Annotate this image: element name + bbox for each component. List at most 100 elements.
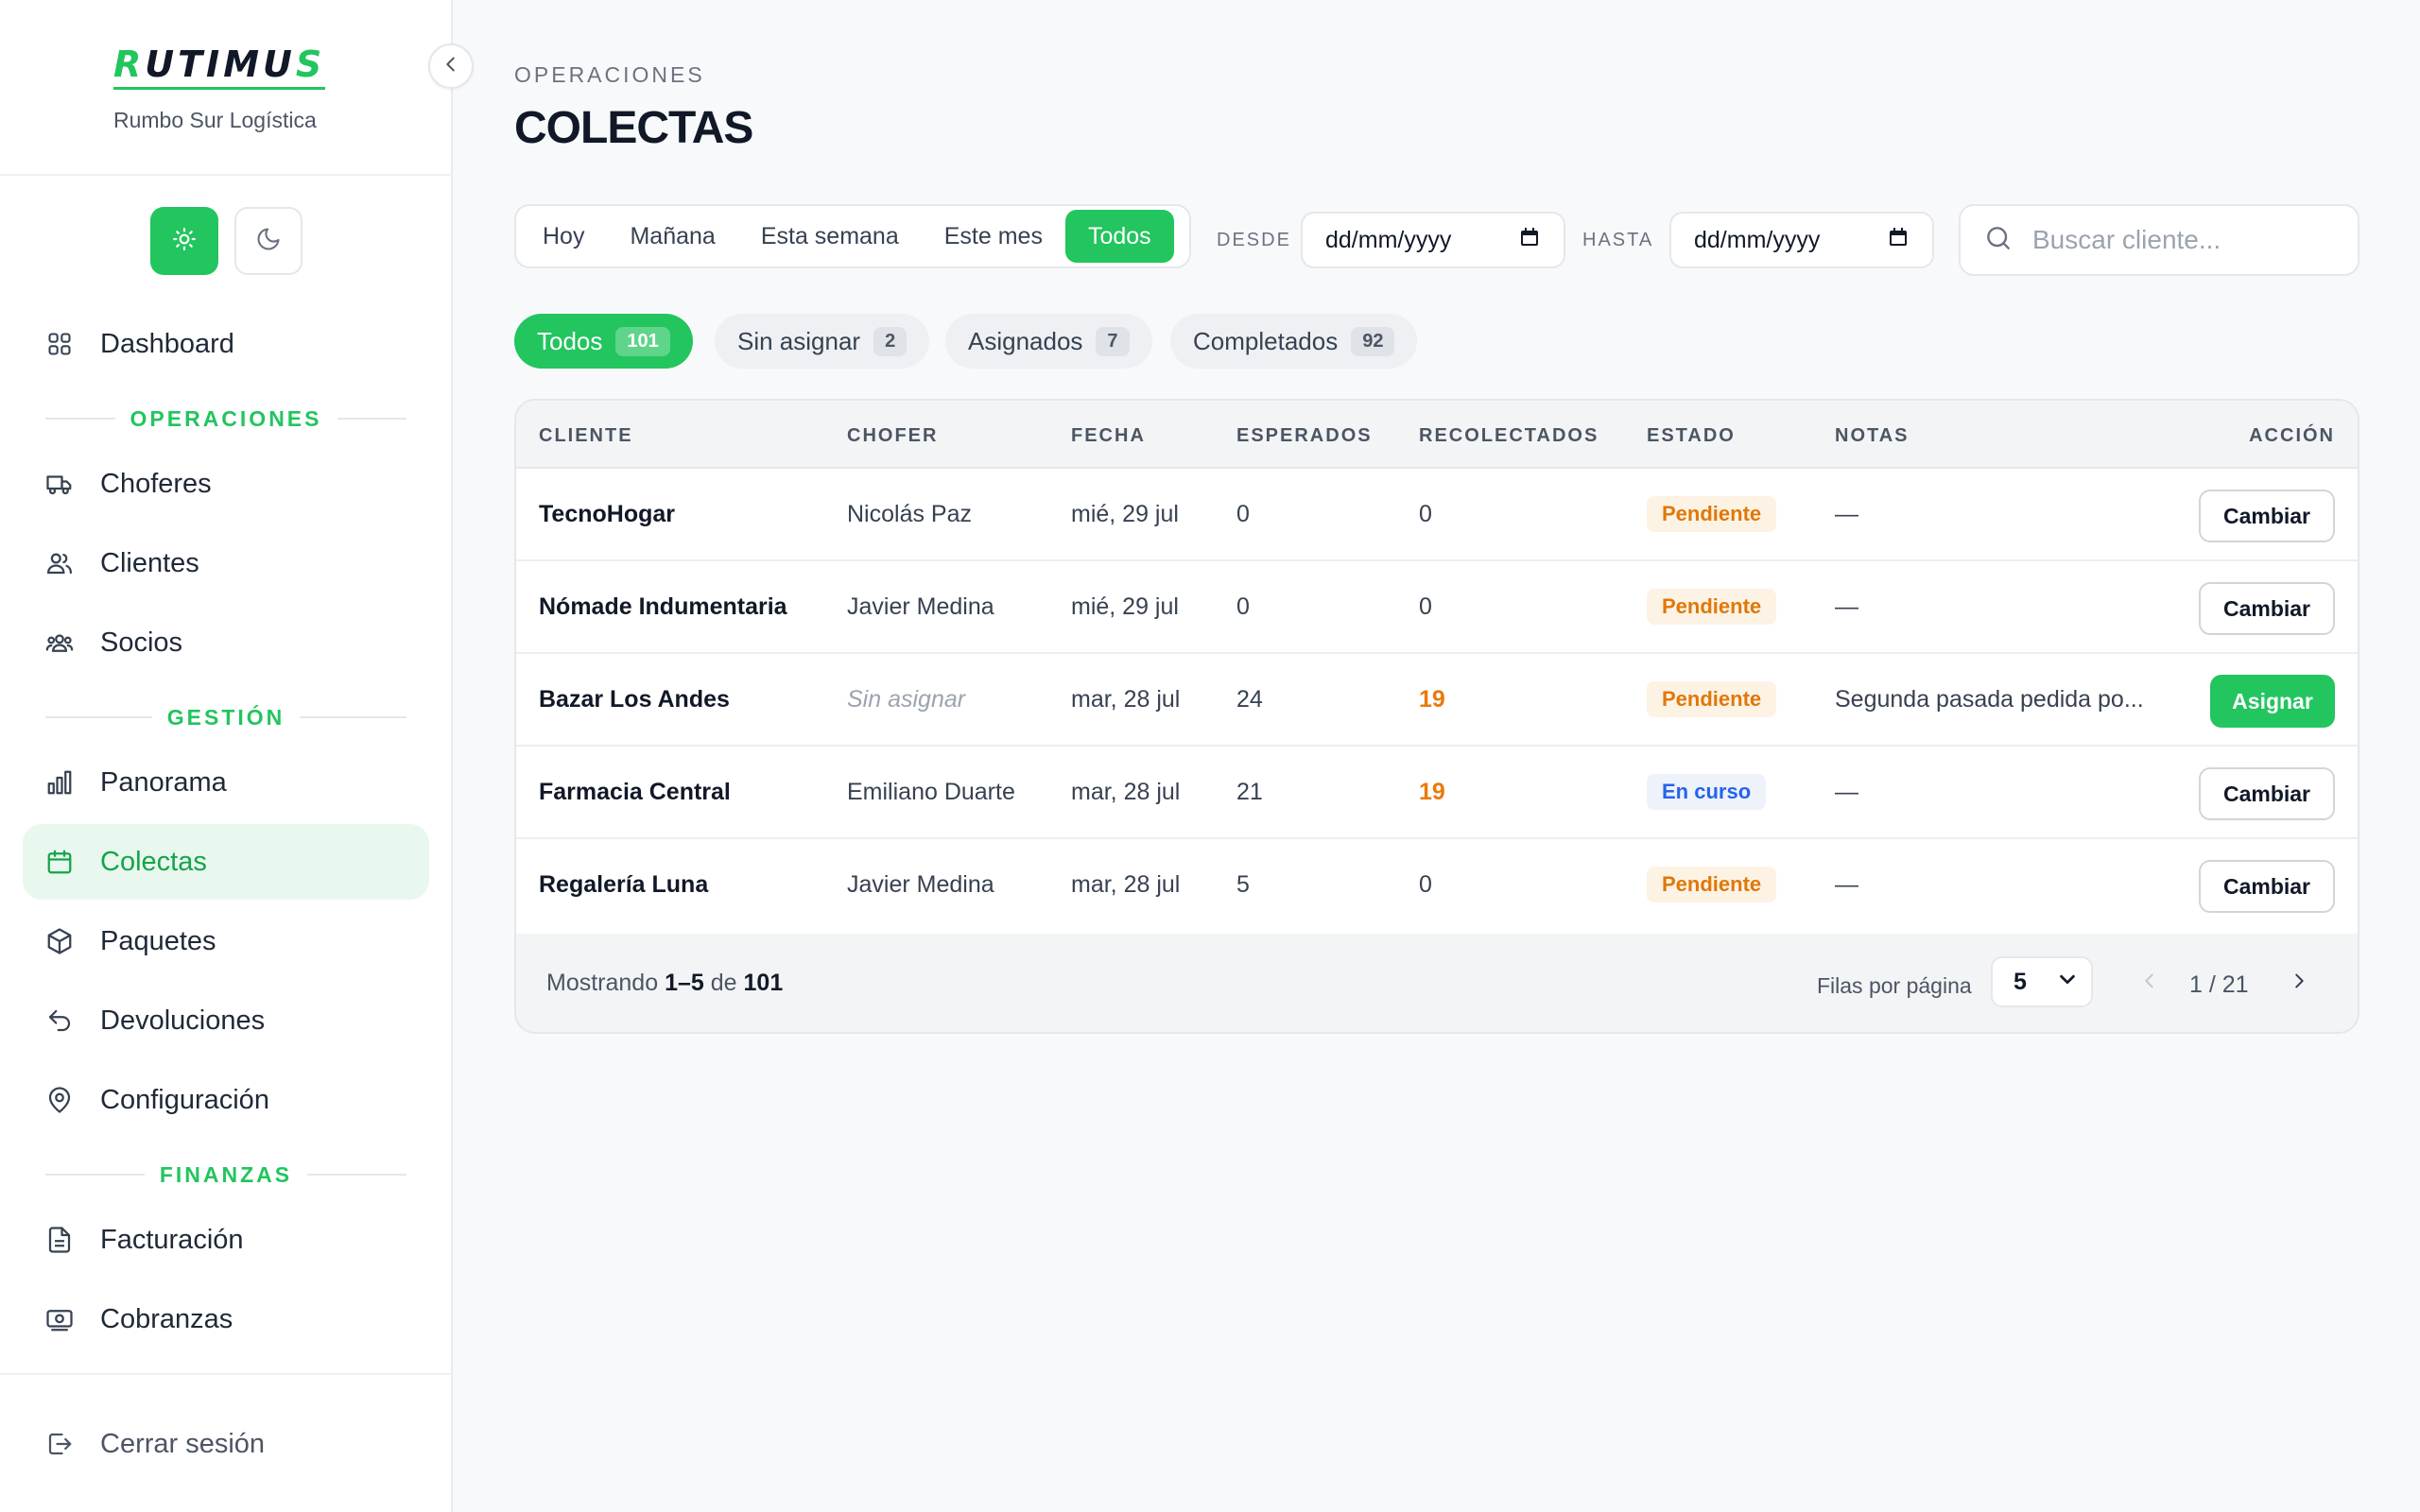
summary-total: 101 (743, 970, 784, 996)
column-header-notas[interactable]: NOTAS (1835, 425, 1910, 447)
tab-label: Todos (537, 326, 603, 355)
bar-chart-icon (45, 768, 74, 797)
cell-chofer: Emiliano Duarte (847, 778, 1015, 805)
truck-icon (45, 470, 74, 498)
range-todos[interactable]: Todos (1064, 210, 1174, 263)
column-header-cliente[interactable]: CLIENTE (539, 425, 633, 447)
tab-sin-asignar[interactable]: Sin asignar 2 (715, 314, 930, 369)
rows-per-page-label: Filas por página (1817, 973, 1972, 998)
date-range-selector: Hoy Mañana Esta semana Este mes Todos (514, 204, 1191, 268)
table-row[interactable]: Farmacia Central Emiliano Duarte mar, 28… (516, 747, 2358, 839)
section-finanzas: FINANZAS (45, 1160, 406, 1189)
tab-completados[interactable]: Completados 92 (1170, 314, 1418, 369)
sidebar-item-label: Socios (100, 627, 183, 658)
calendar-icon (45, 848, 74, 876)
sidebar-item-panorama[interactable]: Panorama (23, 745, 429, 820)
undo-icon (45, 1006, 74, 1035)
to-label: HASTA (1582, 230, 1654, 250)
sidebar-item-configuracion[interactable]: Configuración (23, 1062, 429, 1138)
previous-page-button[interactable] (2133, 966, 2167, 1000)
asignar-button[interactable]: Asignar (2210, 675, 2335, 728)
sidebar-item-devoluciones[interactable]: Devoluciones (23, 983, 429, 1058)
tab-todos[interactable]: Todos 101 (514, 314, 693, 369)
from-date-input[interactable]: dd/mm/yyyy (1301, 212, 1565, 268)
brand-subtitle: Rumbo Sur Logística (113, 108, 317, 132)
section-operaciones: OPERACIONES (45, 404, 407, 433)
logout-icon (45, 1430, 74, 1458)
section-title: GESTIÓN (166, 704, 285, 730)
cell-recolectados: 19 (1419, 685, 1445, 713)
column-header-fecha[interactable]: FECHA (1071, 425, 1146, 447)
cell-estado: Pendiente (1647, 561, 1777, 652)
cell-notas: Segunda pasada pedida po... (1835, 685, 2144, 713)
search-input[interactable] (2032, 225, 2335, 255)
cell-esperados: 0 (1236, 593, 1250, 620)
cell-notas: — (1835, 593, 1858, 620)
table-row[interactable]: TecnoHogar Nicolás Paz mié, 29 jul 0 0 P… (516, 469, 2358, 561)
cambiar-button[interactable]: Cambiar (2199, 767, 2335, 820)
cell-esperados: 5 (1236, 870, 1250, 898)
sidebar-item-cobranzas[interactable]: Cobranzas (23, 1281, 429, 1357)
dark-theme-button[interactable] (234, 207, 302, 275)
status-badge: Pendiente (1647, 589, 1777, 625)
cell-fecha: mar, 28 jul (1071, 778, 1181, 805)
page-indicator: 1 / 21 (2189, 971, 2249, 998)
table-footer: Mostrando 1–5 de 101 Filas por página 5 … (516, 934, 2358, 1032)
sidebar-item-dashboard[interactable]: Dashboard (23, 306, 429, 382)
date-placeholder: dd/mm/yyyy (1325, 226, 1452, 253)
chevron-down-icon (2057, 969, 2078, 996)
cambiar-button[interactable]: Cambiar (2199, 582, 2335, 635)
cell-chofer: Javier Medina (847, 593, 994, 620)
rows-per-page-select[interactable]: 5 (1991, 956, 2093, 1007)
rows-per-page-value: 5 (2014, 968, 2027, 995)
cell-recolectados: 0 (1419, 870, 1432, 898)
map-pin-icon (45, 1086, 74, 1114)
next-page-button[interactable] (2282, 966, 2316, 1000)
sidebar-item-paquetes[interactable]: Paquetes (23, 903, 429, 979)
to-date-input[interactable]: dd/mm/yyyy (1669, 212, 1934, 268)
column-header-recolectados[interactable]: RECOLECTADOS (1419, 425, 1599, 447)
range-esta-semana[interactable]: Esta semana (738, 210, 922, 263)
collapse-sidebar-button[interactable] (428, 43, 474, 89)
colectas-table: CLIENTE CHOFER FECHA ESPERADOS RECOLECTA… (514, 399, 2360, 1034)
range-hoy[interactable]: Hoy (520, 210, 607, 263)
grid-icon (45, 330, 74, 358)
cell-recolectados: 19 (1419, 778, 1445, 805)
column-header-estado[interactable]: ESTADO (1647, 425, 1736, 447)
cambiar-button[interactable]: Cambiar (2199, 860, 2335, 913)
from-label: DESDE (1217, 230, 1291, 250)
date-placeholder: dd/mm/yyyy (1694, 226, 1821, 253)
cell-cliente: Regalería Luna (539, 870, 709, 898)
cambiar-button[interactable]: Cambiar (2199, 490, 2335, 542)
sidebar-item-facturacion[interactable]: Facturación (23, 1202, 429, 1278)
table-row[interactable]: Regalería Luna Javier Medina mar, 28 jul… (516, 839, 2358, 934)
chevron-right-icon (2289, 971, 2309, 996)
count-badge: 2 (873, 326, 908, 356)
summary-range: 1–5 (665, 970, 704, 996)
column-header-esperados[interactable]: ESPERADOS (1236, 425, 1373, 447)
sidebar: RUTIMUS Rumbo Sur Logística Dashboard OP… (0, 0, 453, 1512)
light-theme-button[interactable] (150, 207, 218, 275)
sidebar-item-colectas[interactable]: Colectas (23, 824, 429, 900)
table-row[interactable]: Nómade Indumentaria Javier Medina mié, 2… (516, 561, 2358, 654)
cell-recolectados: 0 (1419, 593, 1432, 620)
cell-chofer: Javier Medina (847, 870, 994, 898)
column-header-accion: ACCIÓN (2249, 425, 2335, 446)
table-row[interactable]: Bazar Los Andes Sin asignar mar, 28 jul … (516, 654, 2358, 747)
tab-label: Asignados (968, 326, 1083, 355)
cell-chofer: Sin asignar (847, 685, 966, 713)
cell-cliente: Bazar Los Andes (539, 685, 730, 713)
range-manana[interactable]: Mañana (607, 210, 737, 263)
status-badge: Pendiente (1647, 681, 1777, 717)
sidebar-item-socios[interactable]: Socios (23, 605, 429, 680)
range-este-mes[interactable]: Este mes (922, 210, 1065, 263)
tab-asignados[interactable]: Asignados 7 (945, 314, 1152, 369)
count-badge: 7 (1096, 326, 1130, 356)
column-header-chofer[interactable]: CHOFER (847, 425, 938, 447)
cell-fecha: mié, 29 jul (1071, 593, 1179, 620)
logout-button[interactable]: Cerrar sesión (23, 1406, 429, 1482)
sidebar-item-clientes[interactable]: Clientes (23, 525, 429, 601)
cell-notas: — (1835, 500, 1858, 527)
search-icon (1983, 223, 2014, 258)
sidebar-item-choferes[interactable]: Choferes (23, 446, 429, 522)
